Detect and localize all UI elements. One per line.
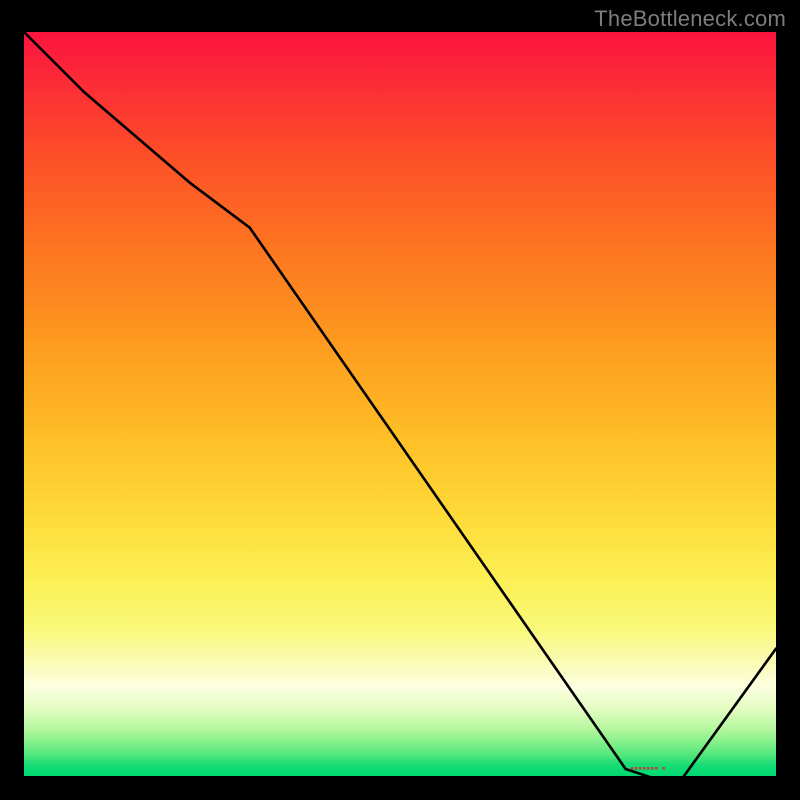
bottleneck-curve xyxy=(24,32,776,784)
chart-container: TheBottleneck.com ▪▪▪▪▪▪▪ ▪ xyxy=(0,0,800,800)
attribution-label: TheBottleneck.com xyxy=(594,6,786,32)
plot-area: ▪▪▪▪▪▪▪ ▪ xyxy=(24,32,776,776)
chart-line-layer xyxy=(24,32,776,784)
optimum-marker: ▪▪▪▪▪▪▪ ▪ xyxy=(630,763,666,774)
